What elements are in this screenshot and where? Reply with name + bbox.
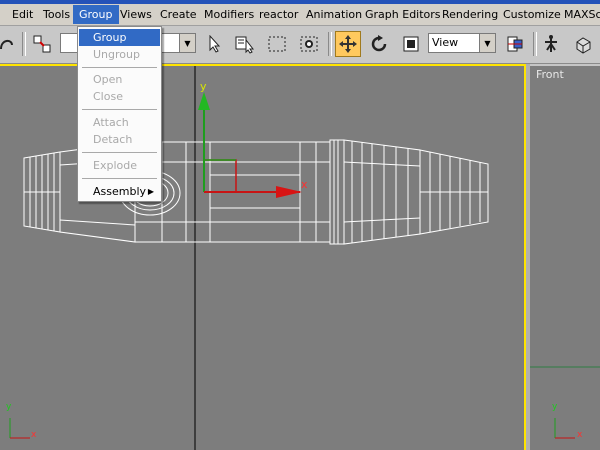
corner-y-label: y bbox=[6, 402, 12, 412]
menu-tools[interactable]: Tools bbox=[37, 5, 76, 24]
menu-item-detach: Detach bbox=[93, 133, 133, 146]
menu-separator bbox=[82, 178, 157, 179]
toolbar-separator bbox=[22, 32, 26, 56]
menu-graph-editors[interactable]: Graph Editors bbox=[359, 5, 447, 24]
menu-item-close: Close bbox=[93, 90, 123, 103]
menu-item-group[interactable]: Group bbox=[79, 29, 160, 46]
group-menu-dropdown: Group Ungroup Open Close Attach Detach E… bbox=[77, 26, 162, 202]
menu-item-attach: Attach bbox=[93, 116, 129, 129]
menu-customize[interactable]: Customize bbox=[497, 5, 567, 24]
rotate-icon[interactable] bbox=[366, 31, 392, 57]
menu-item-ungroup: Ungroup bbox=[93, 48, 140, 61]
menu-views[interactable]: Views bbox=[114, 5, 158, 24]
menu-separator bbox=[82, 109, 157, 110]
gizmo-y-label: y bbox=[200, 80, 207, 93]
submenu-arrow-icon: ▶ bbox=[147, 187, 154, 196]
unlink-icon[interactable] bbox=[29, 31, 55, 57]
window-crossing-icon[interactable] bbox=[296, 31, 322, 57]
menu-item-assembly-label: Assembly bbox=[93, 185, 147, 198]
render-teapot-icon[interactable] bbox=[570, 31, 596, 57]
front-corner-y-label: y bbox=[552, 402, 558, 412]
menu-separator bbox=[82, 67, 157, 68]
menu-item-open: Open bbox=[93, 73, 123, 86]
menu-item-assembly[interactable]: Assembly ▶ bbox=[79, 183, 160, 200]
select-arrow-icon[interactable] bbox=[202, 31, 228, 57]
bind-space-warp-icon[interactable] bbox=[0, 31, 20, 57]
menu-maxscript[interactable]: MAXScri bbox=[558, 5, 600, 24]
select-by-name-icon[interactable] bbox=[232, 31, 258, 57]
menu-modifiers[interactable]: Modifiers bbox=[198, 5, 260, 24]
corner-x-label: x bbox=[31, 430, 37, 440]
front-viewport-grid bbox=[530, 366, 600, 439]
toolbar-separator bbox=[533, 32, 537, 56]
front-corner-x-label: x bbox=[577, 430, 583, 440]
select-manipulate-icon[interactable] bbox=[538, 31, 564, 57]
move-icon[interactable] bbox=[335, 31, 361, 57]
reference-coordinate-combo[interactable]: View ▼ bbox=[428, 33, 496, 53]
menu-create[interactable]: Create bbox=[154, 5, 203, 24]
gizmo-x-label: x bbox=[301, 178, 308, 191]
pivot-center-icon[interactable] bbox=[502, 31, 528, 57]
front-viewport[interactable]: Front y x bbox=[530, 66, 600, 450]
reference-coordinate-value: View bbox=[432, 36, 459, 49]
rectangular-region-icon[interactable] bbox=[264, 31, 290, 57]
menu-item-explode: Explode bbox=[93, 159, 137, 172]
scale-icon[interactable] bbox=[398, 31, 424, 57]
menu-animation[interactable]: Animation bbox=[300, 5, 368, 24]
chevron-down-icon[interactable]: ▼ bbox=[479, 34, 495, 52]
chevron-down-icon[interactable]: ▼ bbox=[179, 34, 195, 52]
menu-rendering[interactable]: Rendering bbox=[436, 5, 504, 24]
toolbar-separator bbox=[328, 32, 332, 56]
menu-edit[interactable]: Edit bbox=[6, 5, 39, 24]
menu-separator bbox=[82, 152, 157, 153]
menu-bar: Edit Tools Group Views Create Modifiers … bbox=[0, 4, 600, 26]
menu-group[interactable]: Group bbox=[73, 5, 119, 24]
menu-reactor[interactable]: reactor bbox=[253, 5, 304, 24]
